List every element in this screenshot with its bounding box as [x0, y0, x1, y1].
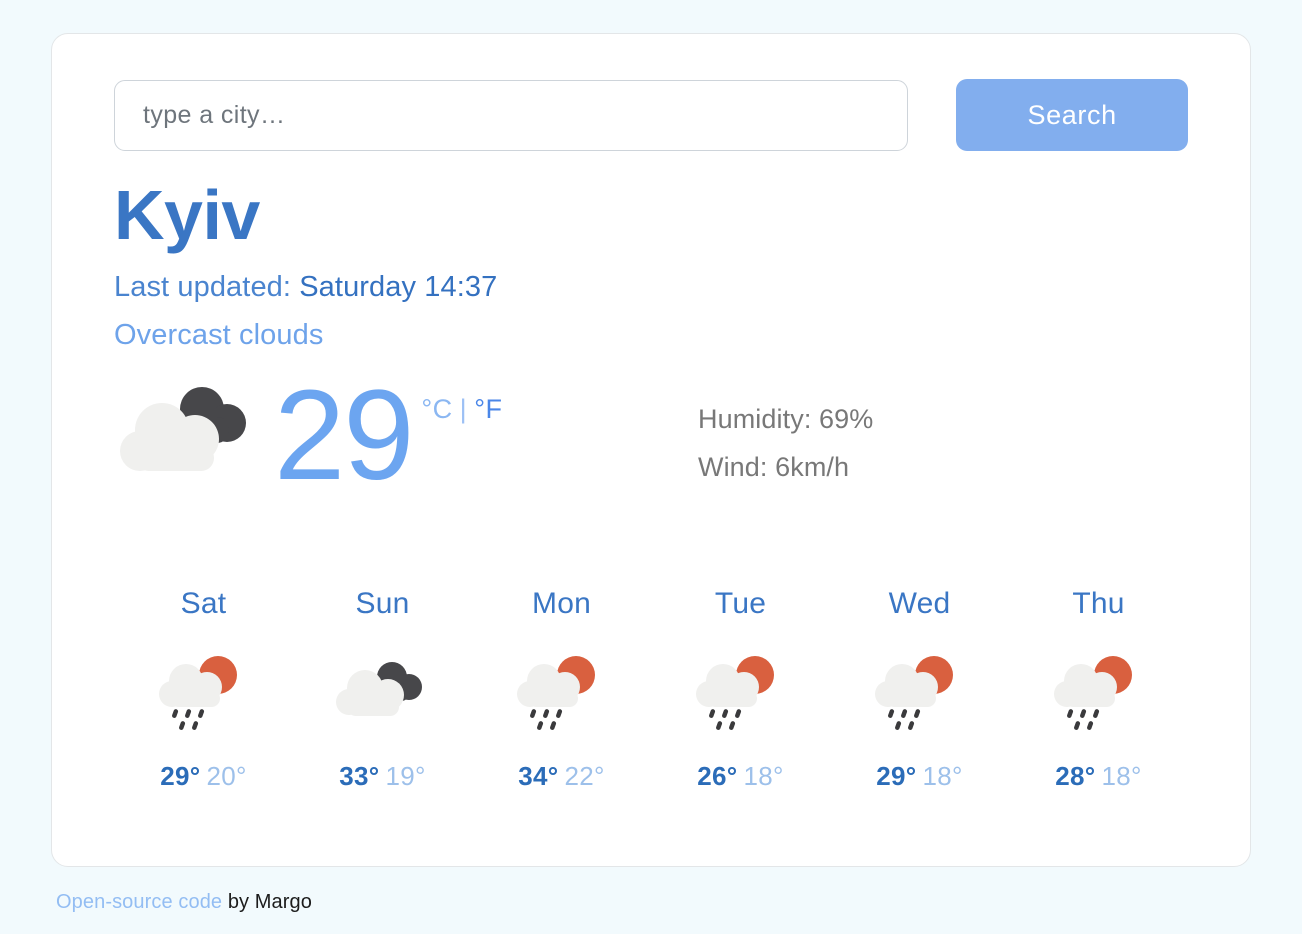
forecast-day: Sat 29° 20° [114, 587, 293, 792]
search-input[interactable] [114, 79, 909, 151]
forecast-temp-min: 22° [564, 760, 605, 791]
forecast-icon-wrap [1009, 647, 1188, 739]
forecast-day: Thu 28° 18° [1009, 587, 1188, 792]
unit-celsius: °C [421, 393, 453, 424]
rain-sun-icon [1053, 655, 1132, 730]
forecast-icon-wrap [830, 647, 1009, 739]
unit-fahrenheit-link[interactable]: °F [474, 394, 502, 424]
forecast-day-label: Sat [180, 586, 227, 620]
weather-app-page: Search Kyiv Last updated: Saturday 14:37… [0, 0, 1302, 934]
last-updated: Last updated: Saturday 14:37 [114, 271, 1188, 304]
current-conditions: 29 °C | °F Humidity: 69% Wind: 6km/h [114, 363, 1188, 507]
forecast-day-label: Sun [355, 586, 410, 620]
forecast-temp-max: 29° [160, 760, 201, 791]
forecast-day: Tue 26° 18° [651, 587, 830, 792]
search-button[interactable]: Search [956, 79, 1188, 151]
forecast-day-label: Thu [1072, 586, 1125, 620]
forecast-temps: 34° 22° [472, 761, 651, 792]
forecast-temps: 29° 18° [830, 761, 1009, 792]
current-temperature-group: 29 °C | °F [114, 363, 644, 507]
forecast-temp-min: 18° [922, 760, 963, 791]
last-updated-value: Saturday 14:37 [299, 270, 498, 303]
forecast-day: Mon 34° 22° [472, 587, 651, 792]
forecast-day-label: Mon [532, 586, 591, 620]
forecast-temps: 29° 20° [114, 761, 293, 792]
forecast-temp-max: 26° [697, 760, 738, 791]
open-source-link[interactable]: Open-source code [56, 891, 222, 913]
forecast-day-label: Tue [714, 586, 767, 620]
footer-author: by Margo [222, 891, 312, 913]
forecast-temp-max: 29° [876, 760, 917, 791]
rain-sun-icon [874, 655, 953, 730]
rain-sun-icon [695, 655, 774, 730]
wind-value: Wind: 6km/h [698, 451, 850, 482]
forecast-day: Wed 29° 18° [830, 587, 1009, 792]
humidity-value: Humidity: 69% [698, 403, 874, 434]
forecast-temp-min: 18° [1101, 760, 1142, 791]
forecast-day: Sun 33° 19° [293, 587, 472, 792]
unit-separator: | [459, 393, 468, 424]
city-name: Kyiv [114, 176, 260, 254]
last-updated-label: Last updated: [114, 270, 292, 303]
forecast-icon-wrap [651, 647, 830, 739]
weekly-forecast: Sat 29° 20° Sun 33° 19° Mon 34° 22° Tue … [114, 587, 1188, 792]
forecast-temp-min: 20° [206, 760, 247, 791]
forecast-temp-max: 34° [518, 760, 559, 791]
rain-sun-icon [516, 655, 595, 730]
forecast-icon-wrap [472, 647, 651, 739]
forecast-temp-max: 33° [339, 760, 380, 791]
current-details: Humidity: 69% Wind: 6km/h [698, 395, 873, 491]
weather-description: Overcast clouds [114, 318, 324, 351]
weather-card: Search Kyiv Last updated: Saturday 14:37… [51, 33, 1251, 867]
temperature-block: 29 °C | °F [274, 363, 502, 507]
temperature-value: 29 [274, 363, 414, 507]
forecast-temps: 26° 18° [651, 761, 830, 792]
forecast-day-label: Wed [888, 586, 951, 620]
forecast-temp-max: 28° [1055, 760, 1096, 791]
footer: Open-source code by Margo [56, 891, 312, 914]
forecast-temp-min: 18° [743, 760, 784, 791]
rain-sun-icon [158, 655, 237, 730]
forecast-temps: 28° 18° [1009, 761, 1188, 792]
unit-toggle: °C | °F [421, 394, 502, 425]
search-form: Search [114, 34, 1188, 151]
forecast-temps: 33° 19° [293, 761, 472, 792]
overcast-clouds-icon [335, 661, 422, 716]
forecast-icon-wrap [293, 647, 472, 739]
forecast-temp-min: 19° [385, 760, 426, 791]
forecast-icon-wrap [114, 647, 293, 739]
overcast-clouds-icon [120, 386, 246, 471]
